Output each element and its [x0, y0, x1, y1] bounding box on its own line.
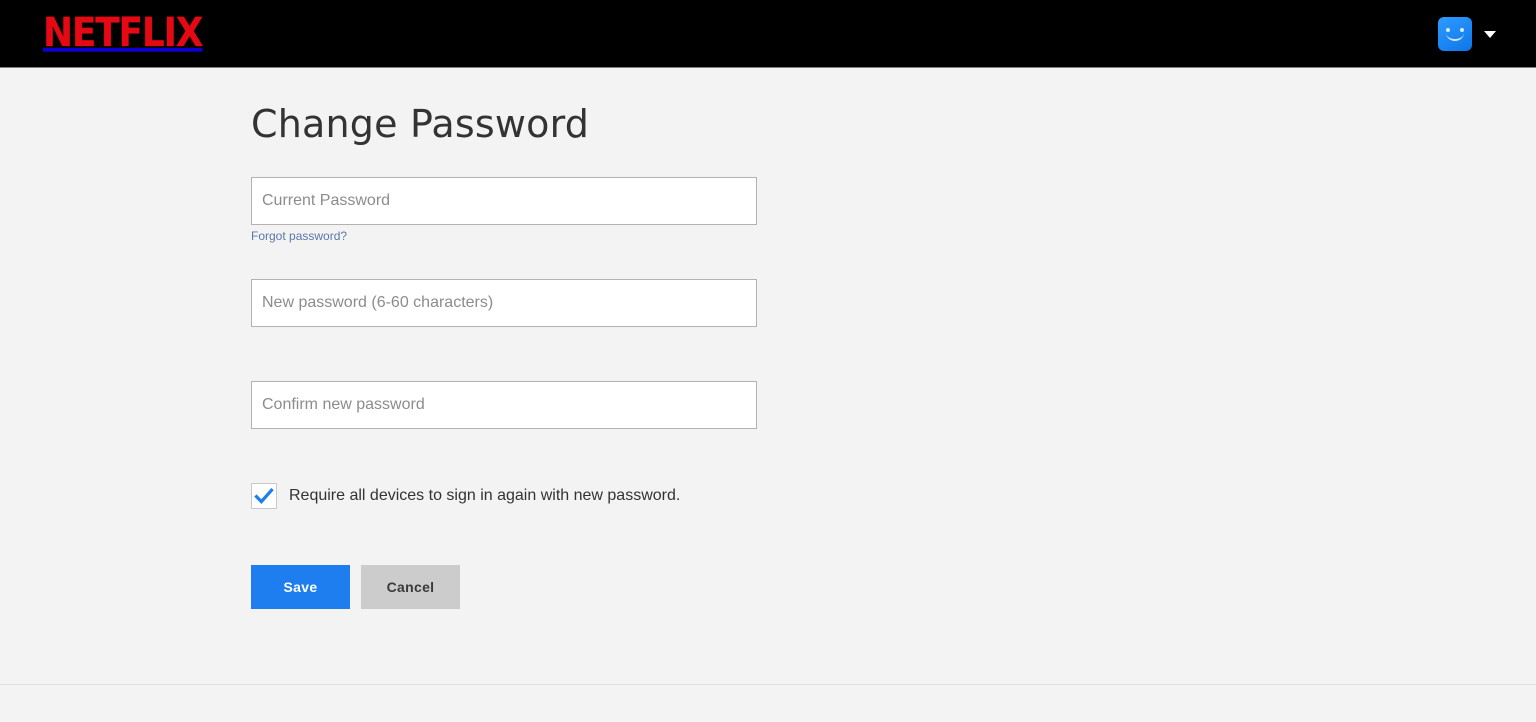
netflix-logo[interactable]: NETFLIX	[43, 11, 207, 53]
cancel-button[interactable]: Cancel	[361, 564, 460, 609]
form-spacer-1	[251, 245, 757, 279]
change-password-form: Forgot password? Require all devices to …	[251, 176, 757, 609]
account-menu[interactable]	[1438, 0, 1496, 68]
chevron-down-icon[interactable]	[1484, 30, 1496, 38]
form-spacer-3	[251, 429, 757, 483]
forgot-password-link[interactable]: Forgot password?	[251, 229, 347, 243]
avatar-mouth	[1446, 33, 1464, 41]
new-password-input[interactable]	[251, 278, 757, 327]
confirm-password-input[interactable]	[251, 380, 757, 429]
avatar-eye-left	[1446, 28, 1450, 32]
footer-divider	[0, 684, 1536, 685]
profile-avatar-smiley-icon[interactable]	[1438, 17, 1472, 51]
page-title: Change Password	[251, 102, 590, 146]
require-signin-label: Require all devices to sign in again wit…	[289, 486, 681, 504]
current-password-input[interactable]	[251, 176, 757, 225]
form-spacer-2	[251, 327, 757, 381]
form-actions: Save Cancel	[251, 564, 757, 609]
confirm-password-group	[251, 380, 757, 429]
avatar-eye-right	[1460, 28, 1464, 32]
require-signin-checkbox[interactable]	[251, 482, 277, 509]
main-content: Change Password Forgot password? Require…	[0, 68, 1536, 609]
require-signin-row[interactable]: Require all devices to sign in again wit…	[251, 482, 757, 509]
save-button[interactable]: Save	[251, 564, 350, 609]
site-header: NETFLIX	[0, 0, 1536, 68]
netflix-logo-text: NETFLIX	[43, 8, 203, 56]
current-password-group: Forgot password?	[251, 176, 757, 245]
new-password-group	[251, 278, 757, 327]
